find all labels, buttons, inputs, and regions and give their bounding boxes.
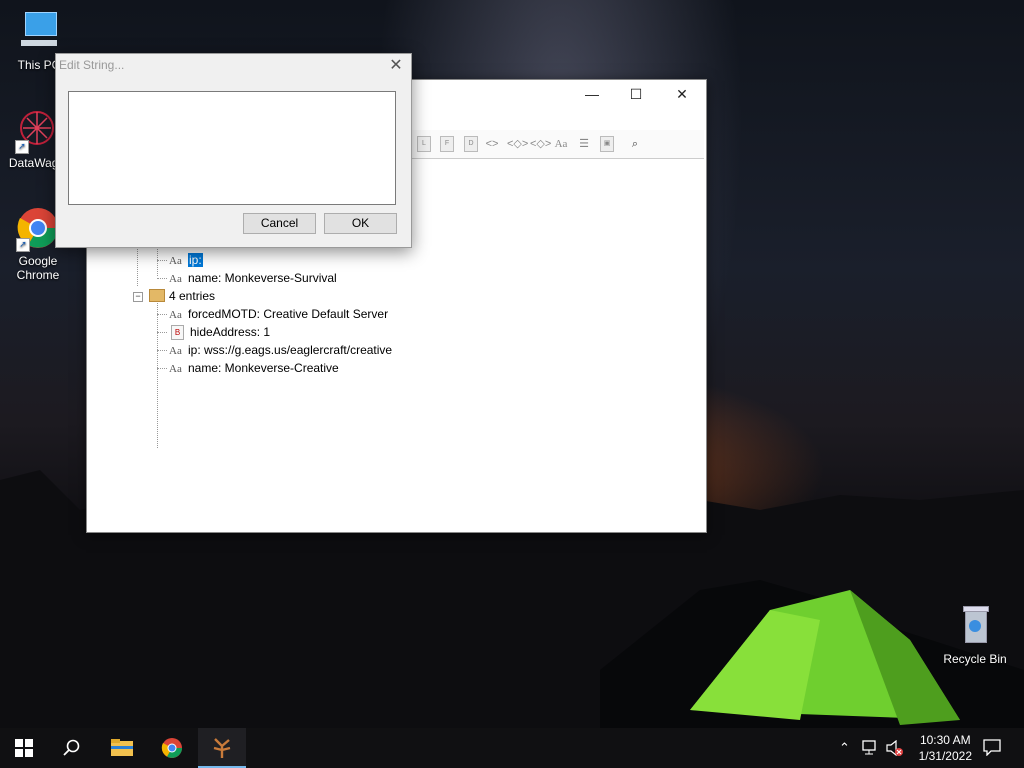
nbt-editor-taskbar-button[interactable] — [198, 728, 246, 768]
tree-connector — [157, 278, 167, 279]
chrome-icon — [161, 738, 182, 758]
add-int-array-icon[interactable]: <◇> — [507, 136, 528, 152]
taskbar: ⌃ 10:30 AM 1/31/2022 — [0, 728, 1024, 768]
collapse-toggle[interactable]: − — [133, 292, 143, 302]
network-icon[interactable] — [862, 740, 880, 759]
tree-row-label: ip: wss://g.eags.us/eaglercraft/creative — [188, 343, 393, 357]
tree-row[interactable]: 4 entries — [149, 287, 215, 305]
ok-button[interactable]: OK — [324, 213, 397, 234]
tree-connector — [157, 350, 167, 351]
maximize-button[interactable]: ☐ — [613, 80, 659, 108]
minimize-button[interactable]: — — [569, 80, 615, 108]
tree-row-label: 4 entries — [169, 289, 216, 303]
string-value-input[interactable] — [68, 91, 396, 205]
compound-tag-icon — [149, 289, 165, 303]
add-byte-array-icon[interactable]: <> — [484, 136, 500, 152]
tree-connector — [157, 314, 167, 315]
recycle-bin-icon — [953, 604, 997, 648]
tree-row[interactable]: Aa name: Monkeverse-Creative — [169, 359, 339, 377]
tree-row-label: name: Monkeverse-Survival — [188, 271, 337, 285]
computer-icon — [17, 10, 61, 54]
desktop-icon-label: This PC — [17, 58, 61, 72]
datawagon-icon: ➚ — [15, 108, 59, 154]
taskbar-clock[interactable]: 10:30 AM 1/31/2022 — [919, 732, 972, 764]
find-icon[interactable]: ⌕ — [627, 136, 643, 152]
tree-row-label: forcedMOTD: Creative Default Server — [188, 307, 389, 321]
start-button[interactable] — [0, 728, 48, 768]
chrome-icon: ➚ — [16, 206, 60, 252]
desktop-icon-label: Recycle Bin — [943, 652, 1007, 666]
clock-time: 10:30 AM — [919, 733, 971, 747]
cancel-button[interactable]: Cancel — [243, 213, 316, 234]
tree-connector — [157, 368, 167, 369]
volume-muted-icon[interactable] — [886, 739, 904, 759]
tree-row-label: name: Monkeverse-Creative — [188, 361, 339, 375]
desktop-icon-label: Google Chrome — [16, 254, 60, 282]
tree-connector — [157, 260, 167, 261]
add-double-icon[interactable]: D — [464, 136, 478, 152]
string-tag-icon: Aa — [169, 345, 182, 357]
tree-connector — [157, 332, 167, 333]
close-button[interactable]: ✕ — [659, 80, 705, 108]
nbt-editor-icon — [213, 738, 231, 758]
chrome-taskbar-button[interactable] — [148, 728, 196, 768]
byte-tag-icon: B — [171, 325, 184, 341]
tree-row[interactable]: Aa ip: — [169, 251, 203, 269]
dialog-close-button[interactable]: ✕ — [381, 54, 411, 78]
clock-date: 1/31/2022 — [918, 749, 972, 763]
add-float-icon[interactable]: F — [440, 136, 454, 152]
tree-row-label: ip: — [188, 253, 203, 267]
add-long-icon[interactable]: L — [417, 136, 431, 152]
tree-row[interactable]: BhideAddress: 1 — [171, 323, 270, 341]
desktop-icon-recycle-bin[interactable]: Recycle Bin — [938, 604, 1012, 666]
add-long-array-icon[interactable]: <◇> — [530, 136, 551, 152]
show-hidden-icons-button[interactable]: ⌃ — [839, 740, 850, 756]
string-tag-icon: Aa — [169, 363, 182, 375]
windows-logo-icon — [15, 739, 33, 757]
dialog-title: Edit String... — [59, 58, 125, 72]
search-button[interactable] — [48, 728, 96, 768]
tree-row[interactable]: Aa forcedMOTD: Creative Default Server — [169, 305, 388, 323]
tree-row[interactable]: Aa ip: wss://g.eags.us/eaglercraft/creati… — [169, 341, 392, 359]
notification-icon — [983, 739, 1001, 757]
tree-row-label: hideAddress: 1 — [190, 325, 271, 339]
search-icon — [63, 739, 80, 756]
edit-string-dialog: Edit String... ✕ Cancel OK — [55, 53, 412, 248]
file-explorer-button[interactable] — [98, 728, 146, 768]
add-compound-icon[interactable]: ▣ — [600, 136, 614, 152]
tree-connector — [157, 298, 158, 448]
string-tag-icon: Aa — [169, 273, 182, 285]
folder-icon — [111, 739, 133, 756]
string-tag-icon: Aa — [169, 309, 182, 321]
add-string-icon[interactable]: Aa — [553, 136, 569, 152]
notifications-button[interactable] — [983, 738, 1001, 759]
string-tag-icon: Aa — [169, 255, 182, 267]
add-list-icon[interactable]: ☰ — [576, 136, 592, 152]
shortcut-arrow-icon: ➚ — [15, 140, 29, 154]
shortcut-arrow-icon: ➚ — [16, 238, 30, 252]
tree-row[interactable]: Aa name: Monkeverse-Survival — [169, 269, 337, 287]
